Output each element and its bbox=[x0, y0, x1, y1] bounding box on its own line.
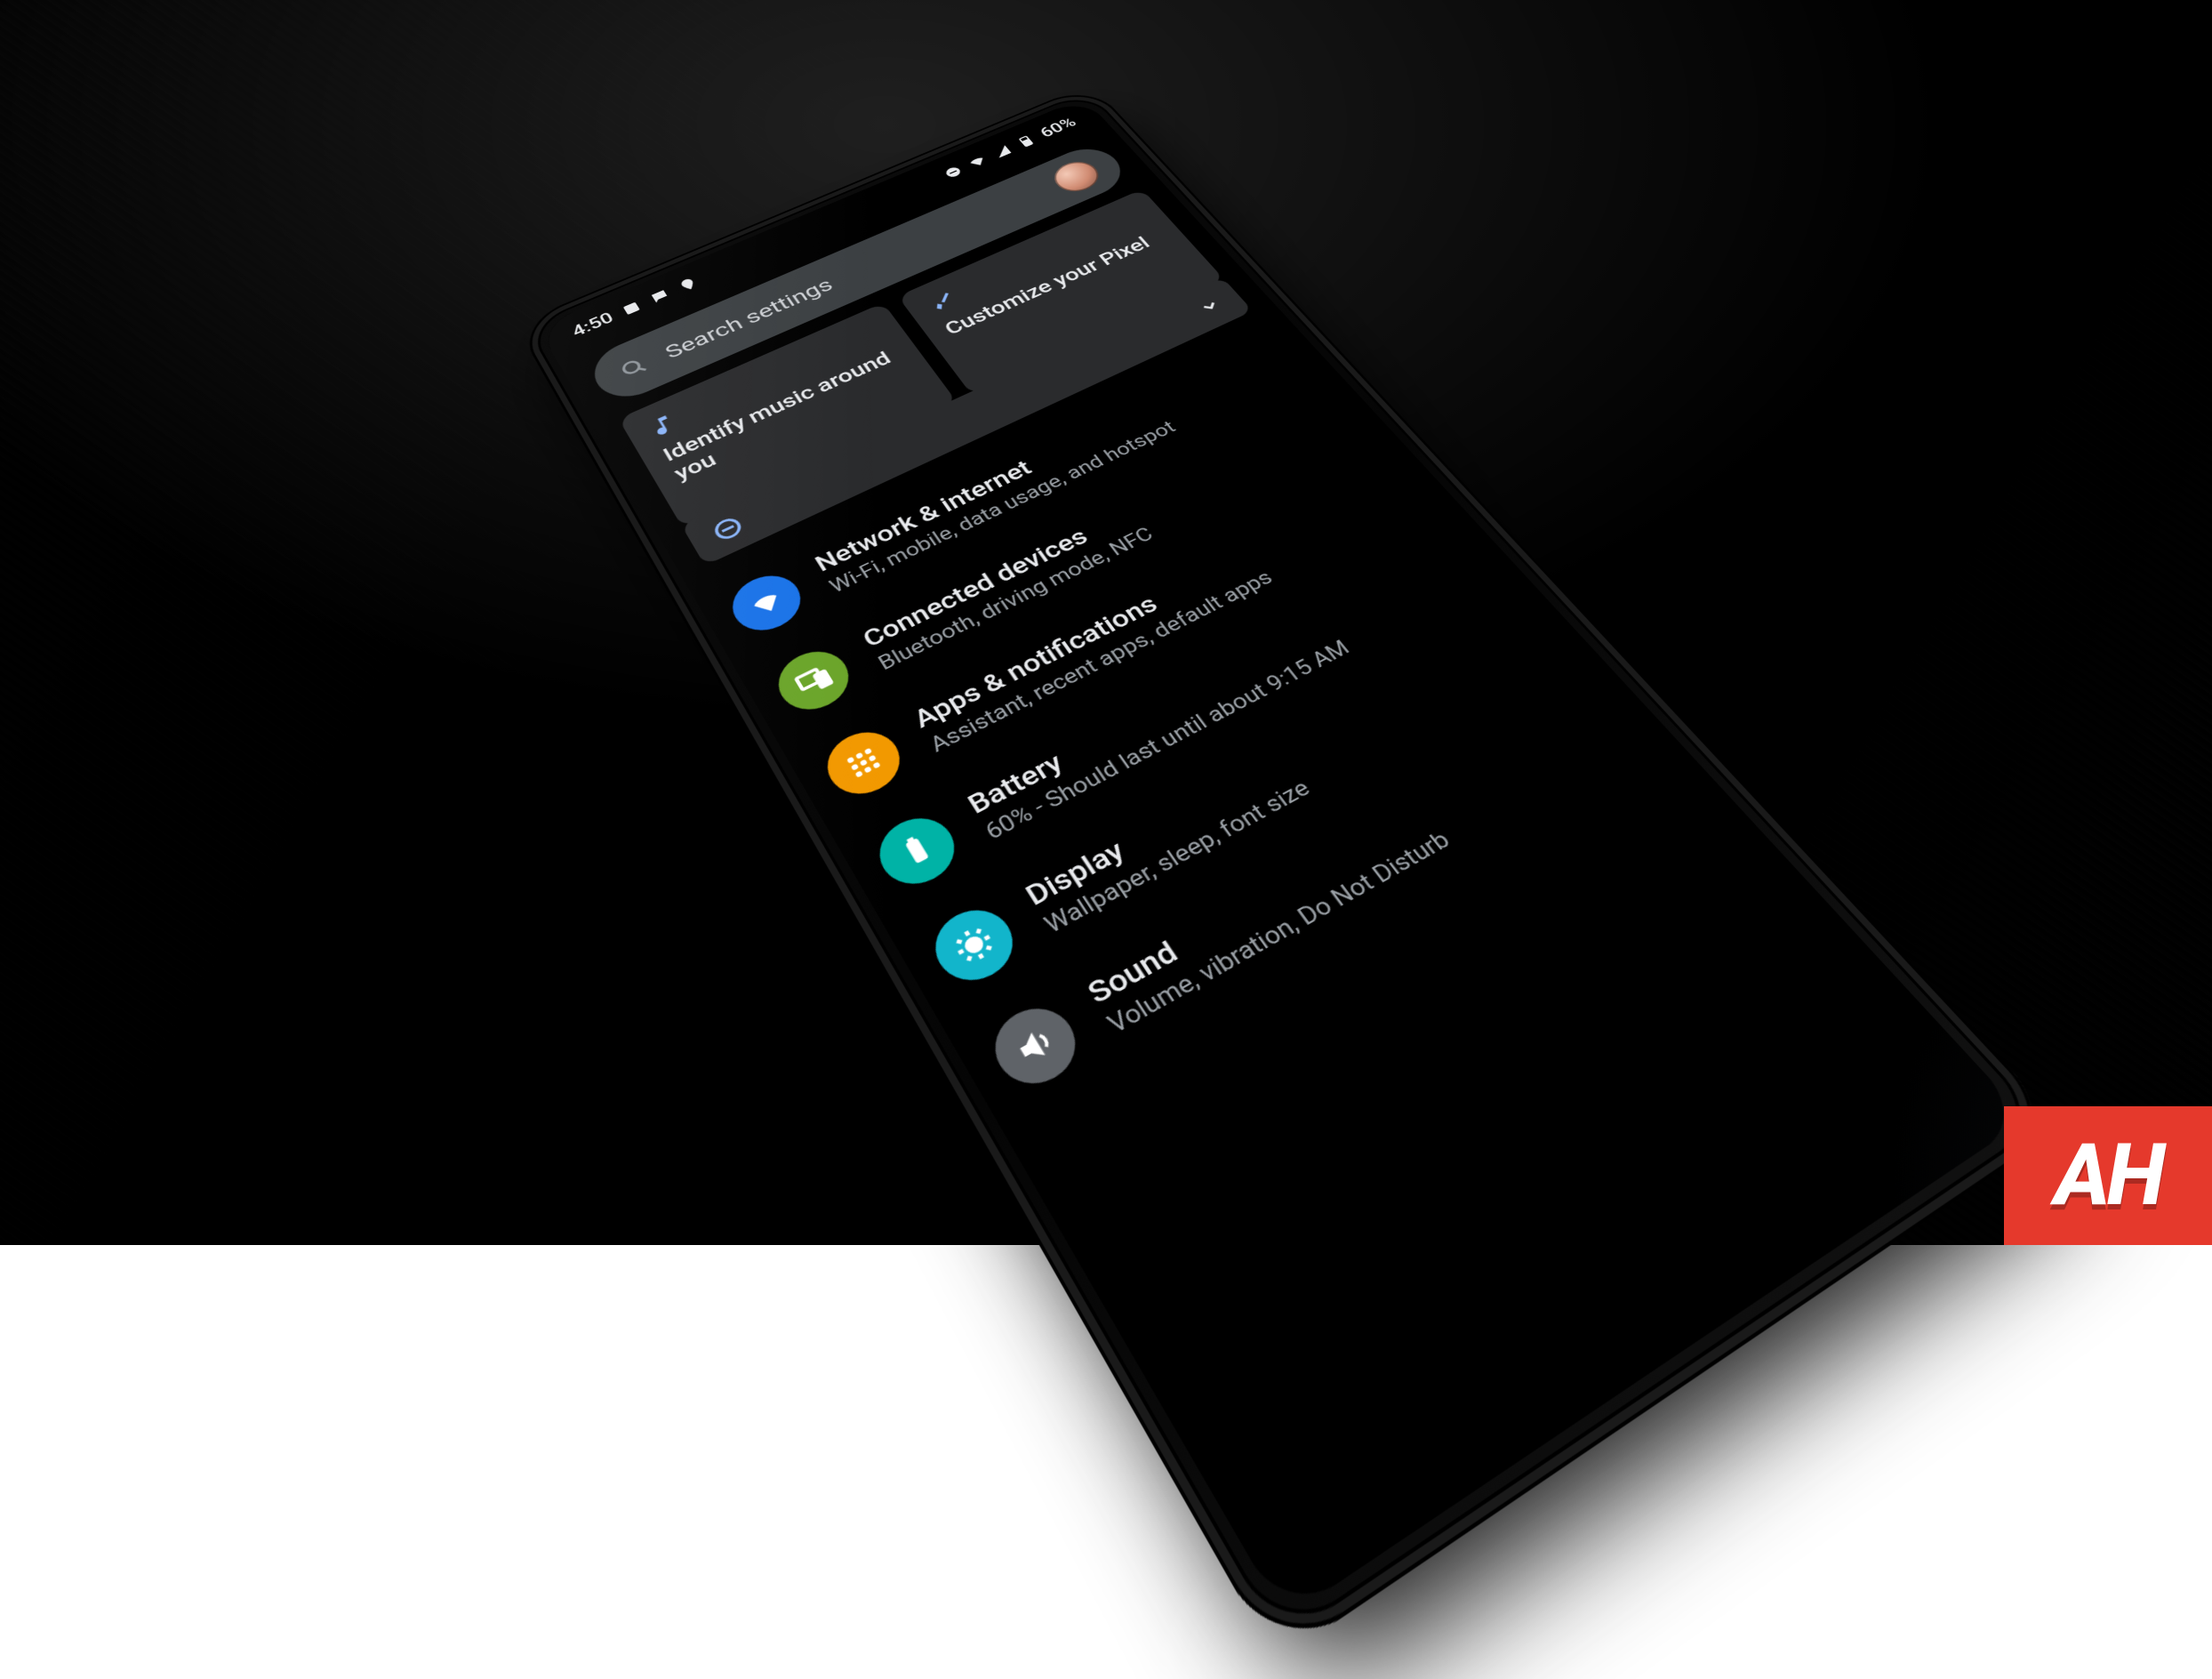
watermark-ah: AH bbox=[2004, 1106, 2212, 1245]
battery-icon bbox=[1014, 133, 1038, 149]
phone-body: 4:50 bbox=[515, 84, 2064, 1662]
devices-icon bbox=[767, 641, 860, 720]
status-time: 4:50 bbox=[569, 309, 617, 341]
chevron-down-icon bbox=[1195, 296, 1224, 317]
watermark-text: AH bbox=[2055, 1126, 2162, 1225]
apps-icon bbox=[816, 721, 912, 806]
location-icon bbox=[676, 275, 701, 293]
battery-row-icon bbox=[868, 807, 967, 896]
profile-avatar[interactable] bbox=[1047, 157, 1107, 197]
display-icon bbox=[923, 897, 1027, 993]
music-note-icon bbox=[644, 410, 681, 440]
message-icon bbox=[647, 287, 672, 306]
brush-icon bbox=[923, 288, 960, 316]
perspective-stage: 4:50 bbox=[0, 0, 2212, 1245]
sound-icon bbox=[982, 995, 1090, 1097]
dnd-status-icon bbox=[941, 164, 966, 181]
wifi-icon bbox=[722, 566, 811, 640]
wifi-status-icon bbox=[966, 153, 990, 170]
dnd-icon bbox=[708, 512, 748, 544]
screenshot-icon bbox=[619, 299, 644, 317]
search-icon bbox=[615, 354, 652, 382]
battery-percent: 60% bbox=[1037, 115, 1080, 141]
phone-screen: 4:50 bbox=[538, 97, 2028, 1619]
signal-icon bbox=[990, 143, 1014, 160]
